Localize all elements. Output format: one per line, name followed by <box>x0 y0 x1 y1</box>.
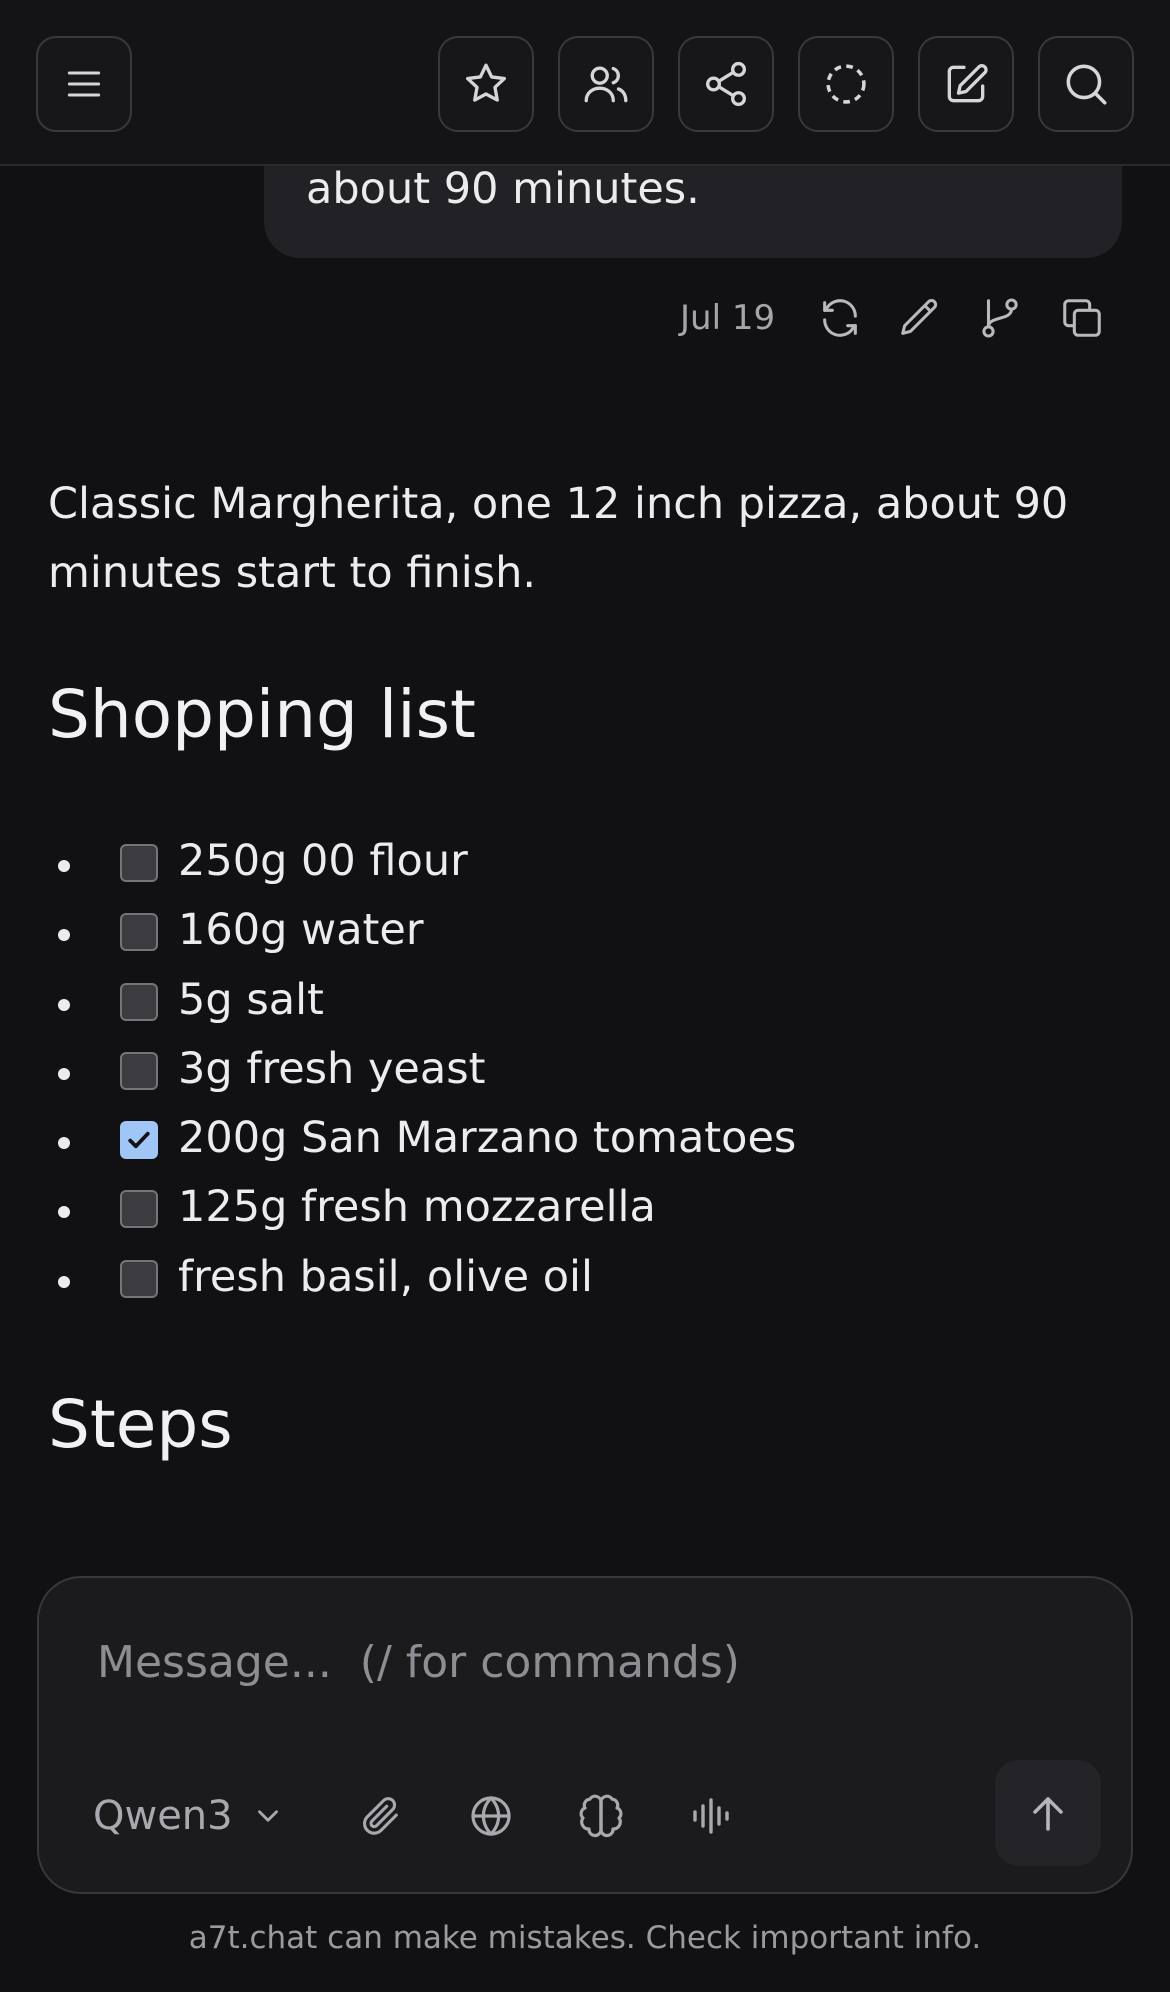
model-selector[interactable]: Qwen3 <box>93 1786 285 1846</box>
edit-message-button[interactable] <box>892 290 948 346</box>
regenerate-button[interactable] <box>812 290 868 346</box>
participants-button[interactable] <box>558 36 654 132</box>
copy-button[interactable] <box>1054 290 1110 346</box>
user-message-text: about 90 minutes. <box>306 164 700 214</box>
list-item: 3g fresh yeast <box>48 1038 1048 1107</box>
list-item: fresh basil, olive oil <box>48 1246 1048 1315</box>
bullet <box>58 998 70 1011</box>
list-item: 250g 00 flour <box>48 830 1048 899</box>
message-input[interactable] <box>97 1632 1057 1692</box>
bullet <box>58 1275 70 1288</box>
share-button[interactable] <box>678 36 774 132</box>
globe-icon <box>467 1792 515 1840</box>
bullet <box>58 929 70 942</box>
assistant-intro: Classic Margherita, one 12 inch pizza, a… <box>48 479 1069 598</box>
list-item: 160g water <box>48 899 1048 968</box>
reasoning-button[interactable] <box>571 1786 631 1846</box>
chevron-down-icon <box>251 1799 285 1833</box>
star-icon <box>461 59 511 109</box>
list-item-text: 3g fresh yeast <box>178 1043 486 1094</box>
list-item: 200g San Marzano tomatoes <box>48 1107 1048 1176</box>
disclaimer-text: a7t.chat can make mistakes. Check import… <box>188 1920 982 1956</box>
steps-heading: Steps <box>48 1386 233 1463</box>
brain-icon <box>577 1792 625 1840</box>
list-item-text: 200g San Marzano tomatoes <box>178 1113 797 1164</box>
bullet <box>58 1206 70 1219</box>
voice-input-button[interactable] <box>681 1786 741 1846</box>
branch-button[interactable] <box>972 290 1028 346</box>
item-checkbox[interactable] <box>120 844 158 882</box>
item-checkbox-checked[interactable] <box>120 1121 158 1160</box>
item-checkbox[interactable] <box>120 913 158 952</box>
list-item: 125g fresh mozzarella <box>48 1176 1048 1245</box>
search-icon <box>1061 59 1111 109</box>
arrow-up-icon <box>1024 1789 1072 1837</box>
checkmark-icon <box>124 1125 154 1155</box>
item-checkbox[interactable] <box>120 1051 158 1090</box>
bullet <box>58 1137 70 1150</box>
menu-icon <box>62 62 106 106</box>
list-item: 5g salt <box>48 969 1048 1038</box>
paperclip-icon <box>358 1793 404 1839</box>
item-checkbox[interactable] <box>120 982 158 1021</box>
message-composer: Qwen3 <box>37 1576 1133 1894</box>
temporary-chat-button[interactable] <box>798 36 894 132</box>
edit-icon <box>897 295 943 341</box>
model-name: Qwen3 <box>93 1793 233 1839</box>
favorite-button[interactable] <box>438 36 534 132</box>
web-search-button[interactable] <box>461 1786 521 1846</box>
message-date: Jul 19 <box>680 298 776 338</box>
send-button[interactable] <box>995 1760 1101 1866</box>
copy-icon <box>1059 295 1105 341</box>
shopping-list-heading: Shopping list <box>48 676 476 753</box>
regenerate-icon <box>817 295 863 341</box>
list-item-text: fresh basil, olive oil <box>178 1251 593 1302</box>
temporary-chat-icon <box>821 59 871 109</box>
branch-icon <box>977 295 1023 341</box>
voice-waveform-icon <box>687 1792 735 1840</box>
bullet <box>58 860 70 872</box>
users-icon <box>581 59 631 109</box>
share-icon <box>701 59 751 109</box>
list-item-text: 5g salt <box>178 974 324 1025</box>
attach-file-button[interactable] <box>351 1786 411 1846</box>
search-button[interactable] <box>1038 36 1134 132</box>
bullet <box>58 1067 70 1080</box>
new-chat-icon <box>941 59 991 109</box>
menu-button[interactable] <box>36 36 132 132</box>
list-item-text: 125g fresh mozzarella <box>178 1182 656 1233</box>
message-meta-row: Jul 19 <box>0 290 1170 350</box>
top-bar <box>0 0 1170 166</box>
item-checkbox[interactable] <box>120 1259 158 1298</box>
new-chat-button[interactable] <box>918 36 1014 132</box>
shopping-list: 250g 00 flour 160g water 5g salt 3g fres… <box>48 830 1048 1315</box>
list-item-text: 250g 00 flour <box>178 836 468 886</box>
item-checkbox[interactable] <box>120 1190 158 1229</box>
list-item-text: 160g water <box>178 905 424 956</box>
